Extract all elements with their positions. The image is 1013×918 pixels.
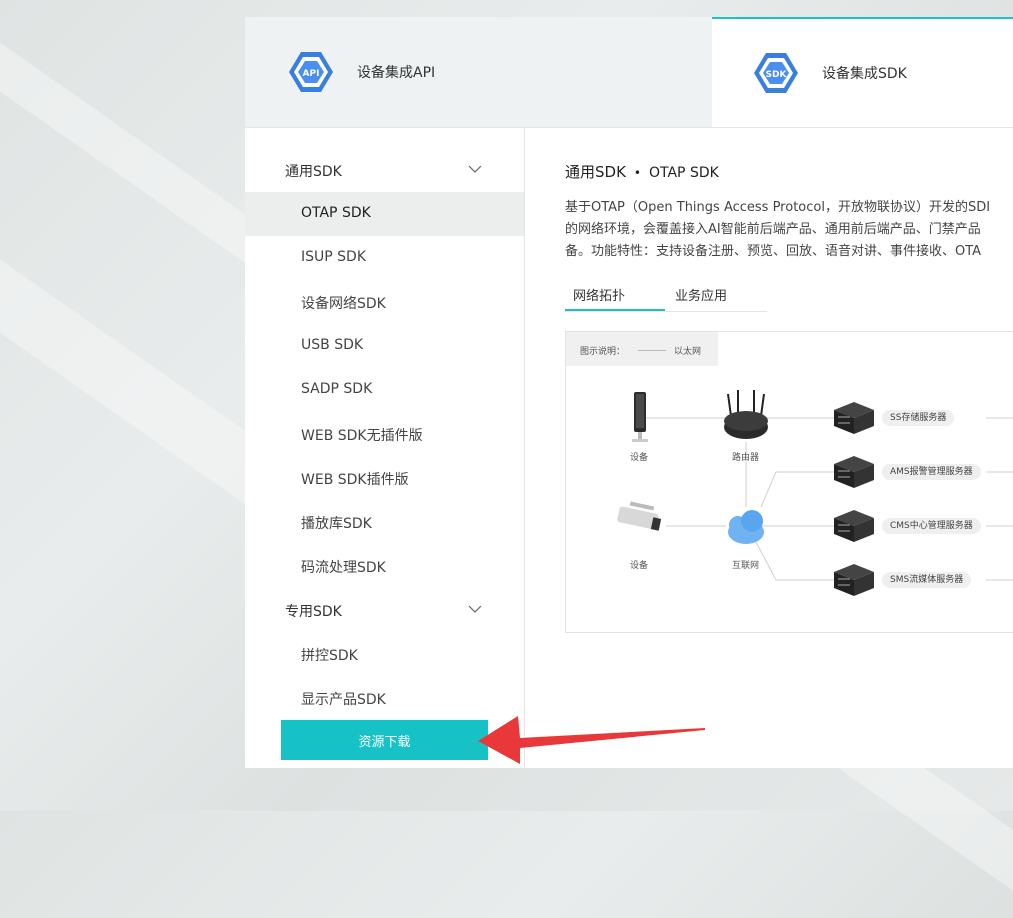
description-line: 备。功能特性：支持设备注册、预览、回放、语音对讲、事件接收、OTA — [565, 244, 982, 259]
kiosk-device-icon — [632, 392, 648, 442]
sidebar-item-label: SADP SDK — [301, 381, 373, 397]
device-label: 设备 — [630, 453, 649, 463]
sidebar-group-special-sdk[interactable]: 专用SDK — [245, 588, 524, 632]
breadcrumb-current: OTAP SDK — [649, 165, 719, 181]
content-subtabs: 网络拓扑 业务应用 — [565, 277, 767, 312]
resource-download-button[interactable]: 资源下载 — [281, 720, 488, 760]
sidebar-group-label: 专用SDK — [285, 604, 342, 620]
sdk-panel: API 设备集成API SDK 设备集成SDK 通用SDK OTAP SDK I… — [245, 17, 1013, 768]
sidebar-item-label: ISUP SDK — [301, 249, 367, 265]
main-content: 通用SDK • OTAP SDK 基于OTAP（Open Things Access… — [525, 127, 1013, 768]
tab-device-sdk-label: 设备集成SDK — [822, 66, 907, 82]
tab-device-sdk[interactable]: SDK 设备集成SDK — [712, 17, 1013, 127]
server-label: SS存储服务器 — [882, 410, 955, 426]
sidebar-item-playback-sdk[interactable]: 播放库SDK — [245, 500, 524, 544]
device-label: 设备 — [630, 561, 649, 571]
server-label: SMS流媒体服务器 — [882, 572, 972, 588]
router-label: 路由器 — [732, 453, 760, 463]
description-line: 基于OTAP（Open Things Access Protocol，开放物联协… — [565, 200, 991, 215]
description-line: 的网络环境，会覆盖接入AI智能前后端产品、通用前后端产品、门禁产品 — [565, 222, 981, 237]
sidebar-item-device-network-sdk[interactable]: 设备网络SDK — [245, 280, 524, 324]
chevron-down-icon — [468, 605, 482, 613]
sidebar: 通用SDK OTAP SDK ISUP SDK 设备网络SDK USB SDK … — [245, 127, 525, 768]
internet-label: 互联网 — [732, 561, 760, 571]
chevron-down-icon — [468, 165, 482, 173]
sidebar-item-label: OTAP SDK — [301, 205, 371, 221]
sidebar-item-web-sdk-plugin[interactable]: WEB SDK插件版 — [245, 456, 524, 500]
sidebar-item-label: 设备网络SDK — [301, 296, 386, 312]
svg-text:SDK: SDK — [766, 70, 788, 80]
sidebar-item-label: 显示产品SDK — [301, 692, 386, 708]
breadcrumb: 通用SDK • OTAP SDK — [565, 161, 719, 182]
svg-text:API: API — [303, 69, 320, 79]
sidebar-item-label: WEB SDK无插件版 — [301, 428, 423, 444]
sidebar-item-otap-sdk[interactable]: OTAP SDK — [245, 192, 524, 236]
api-icon: API — [289, 52, 333, 92]
sidebar-item-label: 播放库SDK — [301, 516, 372, 532]
tab-device-api[interactable]: API 设备集成API — [245, 17, 712, 127]
server-icons — [834, 402, 874, 596]
sidebar-item-label: USB SDK — [301, 337, 364, 353]
sidebar-item-isup-sdk[interactable]: ISUP SDK — [245, 236, 524, 280]
sidebar-item-web-sdk-no-plugin[interactable]: WEB SDK无插件版 — [245, 412, 524, 456]
server-label: CMS中心管理服务器 — [882, 518, 981, 534]
subtab-label: 网络拓扑 — [573, 289, 626, 304]
sidebar-group-general-sdk[interactable]: 通用SDK — [245, 148, 524, 192]
camera-device-icon — [617, 501, 662, 531]
server-label: AMS报警管理服务器 — [882, 464, 981, 480]
top-tab-bar: API 设备集成API SDK 设备集成SDK — [245, 17, 1013, 128]
sidebar-item-stream-sdk[interactable]: 码流处理SDK — [245, 544, 524, 588]
cloud-icon — [728, 510, 764, 544]
sidebar-item-label: WEB SDK插件版 — [301, 472, 409, 488]
sidebar-item-display-sdk[interactable]: 显示产品SDK — [245, 676, 524, 720]
subtab-business-application[interactable]: 业务应用 — [675, 285, 727, 319]
router-icon — [724, 390, 768, 439]
sdk-description: 基于OTAP（Open Things Access Protocol，开放物联协… — [565, 197, 1013, 263]
sdk-icon: SDK — [754, 53, 798, 93]
breadcrumb-separator: • — [633, 166, 641, 180]
breadcrumb-parent: 通用SDK — [565, 163, 626, 181]
tab-device-api-label: 设备集成API — [357, 65, 436, 81]
sidebar-item-label: 码流处理SDK — [301, 560, 386, 576]
sidebar-item-label: 拼控SDK — [301, 648, 358, 664]
subtab-network-topology[interactable]: 网络拓扑 — [565, 277, 665, 311]
sidebar-item-splicing-sdk[interactable]: 拼控SDK — [245, 632, 524, 676]
network-topology-diagram: 图示说明： 以太网 设备 路由器 设备 互联网 SS存储服务器 AMS报警管理服… — [565, 331, 1013, 633]
sidebar-item-usb-sdk[interactable]: USB SDK — [245, 324, 524, 368]
sidebar-group-label: 通用SDK — [285, 164, 342, 180]
sidebar-item-sadp-sdk[interactable]: SADP SDK — [245, 368, 524, 412]
